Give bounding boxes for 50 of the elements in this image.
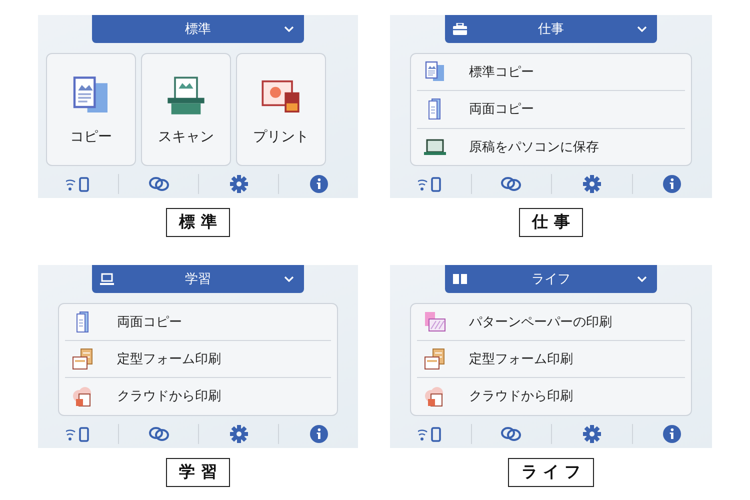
menu-item[interactable]: クラウドから印刷 — [65, 377, 331, 414]
caption-label: 標 準 — [166, 208, 230, 237]
settings-icon — [230, 424, 248, 442]
mode-title: 仕事 — [537, 21, 565, 38]
form-icon — [71, 346, 95, 371]
form-icon — [423, 346, 447, 371]
mode-dropdown[interactable]: ライフ — [445, 264, 657, 292]
caption-label: ラ イ フ — [508, 458, 594, 486]
pattern-paper-icon — [423, 310, 447, 334]
menu-tile[interactable]: スキャン — [141, 53, 231, 166]
menu-item[interactable]: 定型フォーム印刷 — [417, 340, 685, 378]
menu-item[interactable]: 両面コピー — [65, 304, 331, 340]
menu-item[interactable]: パターンペーパーの印刷 — [417, 304, 685, 340]
settings-icon — [230, 175, 248, 193]
wifi-phone-icon — [418, 176, 442, 192]
menu-item[interactable]: 原稿をパソコンに保存 — [417, 128, 685, 165]
chevron-down-icon — [637, 276, 647, 282]
wifi-phone-icon — [66, 176, 90, 192]
mode-title: 学習 — [184, 270, 212, 288]
info-icon — [310, 424, 328, 442]
laptop-icon — [100, 272, 114, 284]
info-icon — [310, 175, 328, 193]
mode-title: 標準 — [184, 21, 212, 38]
chevron-down-icon — [637, 26, 647, 32]
link-icon — [148, 426, 170, 442]
mode-dropdown[interactable]: 学習 — [92, 264, 304, 292]
settings-icon — [582, 424, 601, 442]
book-icon — [453, 272, 467, 284]
briefcase-icon — [453, 23, 467, 35]
chevron-down-icon — [284, 276, 294, 282]
info-icon — [663, 424, 682, 442]
info-icon — [663, 175, 682, 193]
chevron-down-icon — [284, 26, 294, 32]
menu-item[interactable]: 標準コピー — [417, 54, 685, 90]
settings-icon — [582, 175, 601, 193]
mode-title: ライフ — [530, 270, 572, 288]
mode-dropdown[interactable]: 仕事 — [445, 15, 657, 43]
menu-tile[interactable]: コピー — [46, 53, 136, 166]
link-icon — [148, 176, 170, 192]
menu-item[interactable]: 両面コピー — [417, 90, 685, 128]
wifi-phone-icon — [66, 426, 90, 442]
menu-item[interactable]: クラウドから印刷 — [417, 377, 685, 414]
caption-label: 学 習 — [166, 458, 230, 486]
wifi-phone-icon — [418, 426, 442, 442]
menu-item[interactable]: 定型フォーム印刷 — [65, 340, 331, 378]
mode-dropdown[interactable]: 標準 — [92, 15, 304, 43]
menu-tile[interactable]: プリント — [236, 53, 326, 166]
link-icon — [500, 176, 522, 192]
caption-label: 仕 事 — [519, 208, 583, 237]
link-icon — [500, 426, 522, 442]
